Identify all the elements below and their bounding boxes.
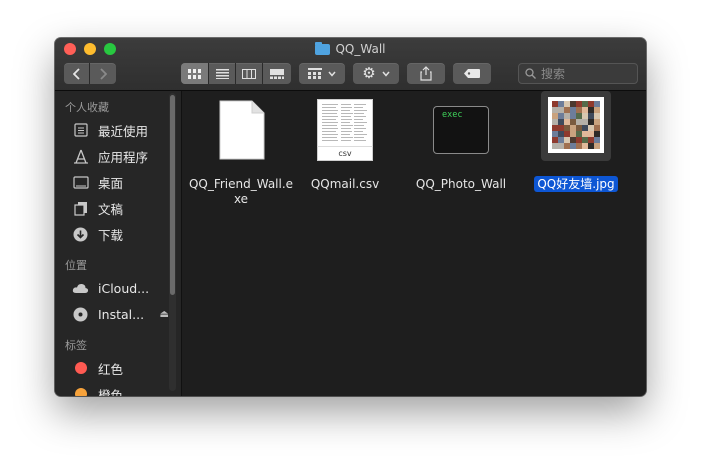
- gear-icon: ⚙: [362, 64, 376, 82]
- file-name: QQmail.csv: [310, 177, 380, 191]
- chevron-right-icon: [100, 67, 107, 80]
- photo-mosaic: [552, 101, 600, 149]
- sidebar-section-header: 位置: [65, 259, 87, 272]
- applications-icon: [71, 148, 90, 164]
- column-view-button[interactable]: [236, 63, 262, 84]
- file-thumbnail: [521, 91, 631, 167]
- group-icon: [308, 68, 322, 79]
- back-button[interactable]: [64, 63, 89, 84]
- share-icon: [420, 66, 432, 81]
- folder-icon: [315, 42, 331, 55]
- forward-button[interactable]: [90, 63, 116, 84]
- sidebar-scroll-thumb[interactable]: [170, 95, 175, 295]
- icon-view-button[interactable]: [181, 63, 208, 84]
- file-type-badge: exec: [442, 110, 463, 120]
- red-tag-icon: [75, 362, 87, 374]
- sidebar-item-icloud[interactable]: iCloud...: [71, 277, 171, 299]
- file-thumbnail: csv: [290, 97, 400, 167]
- window-title: QQ_Wall: [55, 41, 646, 57]
- list-view-button[interactable]: [209, 63, 235, 84]
- terminal-executable-icon: exec: [433, 106, 489, 154]
- sidebar-item-documents[interactable]: 文稿: [71, 197, 171, 219]
- sidebar-item-tag-red[interactable]: 红色: [71, 357, 171, 379]
- eject-icon[interactable]: ⏏: [160, 309, 169, 320]
- clock-icon: [71, 122, 90, 138]
- file-thumbnail: [186, 97, 296, 167]
- titlebar: QQ_Wall ⚙ 搜索: [55, 38, 646, 91]
- search-icon: [525, 68, 536, 79]
- finder-window: QQ_Wall ⚙ 搜索 个人收藏 最近使用 应用程序 桌面 文稿 下载 位置 …: [55, 38, 646, 396]
- grid-icon: [188, 68, 201, 79]
- sidebar-item-recents[interactable]: 最近使用: [71, 119, 171, 141]
- gallery-icon: [270, 68, 284, 79]
- sidebar-item-tag-orange[interactable]: 橙色: [71, 383, 171, 396]
- sidebar-item-install-disk[interactable]: Instal... ⏏: [71, 303, 171, 325]
- chevron-left-icon: [72, 67, 80, 80]
- chevron-down-icon: [328, 71, 336, 77]
- file-name: QQ_Photo_Wall: [415, 177, 507, 191]
- search-input[interactable]: [541, 65, 621, 82]
- sidebar-item-downloads[interactable]: 下载: [71, 223, 171, 245]
- action-button[interactable]: ⚙: [353, 63, 399, 84]
- disk-icon: [71, 306, 90, 322]
- tag-button[interactable]: [453, 63, 491, 84]
- sidebar-item-desktop[interactable]: 桌面: [71, 171, 171, 193]
- file-type-badge: csv: [338, 149, 352, 158]
- file-name: QQ好友墙.jpg: [521, 176, 631, 192]
- orange-tag-icon: [75, 388, 87, 396]
- sidebar-section-header: 个人收藏: [65, 101, 109, 114]
- columns-icon: [242, 68, 256, 79]
- document-icon: [219, 100, 265, 160]
- file-name: QQ_Friend_Wall.exe: [188, 177, 294, 206]
- document-icon: [71, 200, 90, 216]
- list-icon: [215, 68, 229, 79]
- chevron-down-icon: [382, 71, 390, 77]
- view-mode-control: [181, 63, 291, 84]
- gallery-view-button[interactable]: [263, 63, 291, 84]
- download-icon: [71, 226, 90, 242]
- group-by-button[interactable]: [299, 63, 345, 84]
- file-browser: QQ_Friend_Wall.exe csv QQmail.csv exec Q…: [182, 91, 646, 396]
- desktop-icon: [71, 174, 90, 190]
- sidebar-section-header: 标签: [65, 339, 87, 352]
- sidebar-item-applications[interactable]: 应用程序: [71, 145, 171, 167]
- selected-file-label: QQ好友墙.jpg: [534, 176, 618, 192]
- cloud-icon: [71, 280, 90, 296]
- navigation-group: [64, 63, 116, 84]
- sidebar: 个人收藏 最近使用 应用程序 桌面 文稿 下载 位置 iCloud... Ins…: [55, 91, 182, 396]
- search-field: [518, 63, 638, 84]
- tag-icon: [464, 69, 480, 78]
- image-thumbnail: [548, 97, 604, 153]
- file-thumbnail: exec: [406, 97, 516, 167]
- share-button[interactable]: [407, 63, 445, 84]
